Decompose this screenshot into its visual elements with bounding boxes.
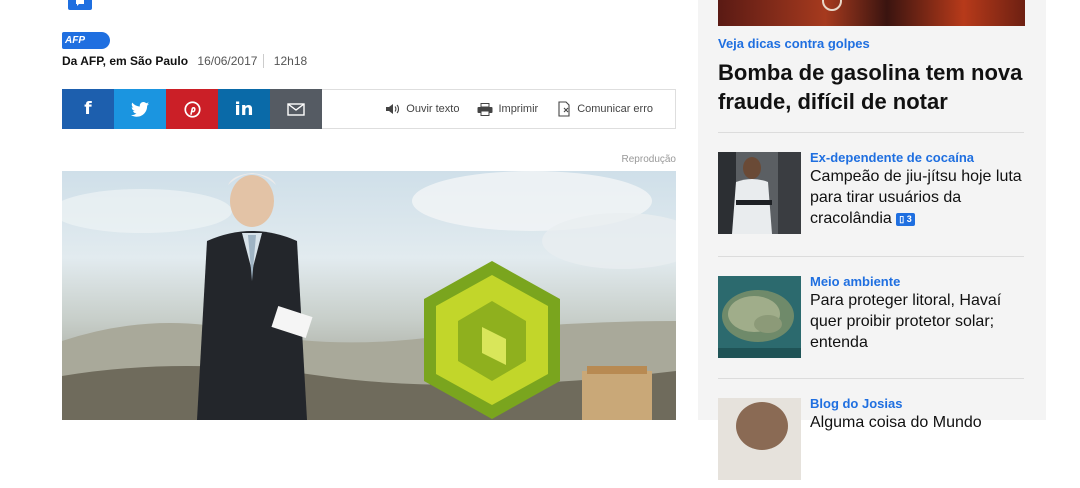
news-thumbnail[interactable]: [718, 398, 801, 480]
promo-kicker[interactable]: Veja dicas contra golpes: [718, 36, 870, 51]
news-thumbnail-image: [718, 152, 801, 234]
photo-illustration: [62, 171, 676, 420]
article-photo[interactable]: [62, 171, 676, 420]
news-headline[interactable]: Alguma coisa do Mundo: [810, 412, 1028, 433]
news-item[interactable]: Ex-dependente de cocaína Campeão de jiu-…: [718, 150, 1028, 242]
listen-label: Ouvir texto: [406, 103, 460, 115]
pinterest-icon: [183, 100, 201, 118]
facebook-share-button[interactable]: f: [62, 89, 114, 129]
facebook-icon: f: [84, 99, 92, 119]
printer-icon: [477, 102, 493, 116]
comment-count: 3: [906, 214, 912, 224]
news-thumbnail-image: [718, 398, 801, 480]
news-text: Blog do Josias Alguma coisa do Mundo: [810, 396, 1028, 433]
news-kicker[interactable]: Ex-dependente de cocaína: [810, 150, 1028, 166]
linkedin-icon: in: [234, 98, 254, 120]
news-thumbnail[interactable]: [718, 276, 801, 358]
article-tools: Ouvir texto Imprimir Comunicar erro: [322, 90, 675, 128]
comment-count-badge[interactable]: [68, 0, 92, 10]
promo-image-graphic: [822, 0, 842, 11]
promo-headline[interactable]: Bomba de gasolina tem nova fraude, difíc…: [718, 58, 1028, 116]
linkedin-share-button[interactable]: in: [218, 89, 270, 129]
email-share-button[interactable]: [270, 89, 322, 129]
report-error-label: Comunicar erro: [577, 103, 653, 115]
news-headline[interactable]: Campeão de jiu-jítsu hoje luta para tira…: [810, 166, 1028, 229]
print-label: Imprimir: [498, 103, 539, 115]
news-text: Ex-dependente de cocaína Campeão de jiu-…: [810, 150, 1028, 229]
twitter-share-button[interactable]: [114, 89, 166, 129]
speaker-icon: [386, 104, 400, 114]
comment-icon: ▯: [899, 214, 905, 224]
divider: [718, 378, 1024, 379]
news-item[interactable]: Blog do Josias Alguma coisa do Mundo: [718, 396, 1028, 488]
promo-image[interactable]: [718, 0, 1025, 26]
afp-logo: AFP: [62, 32, 110, 49]
photo-credit: Reprodução: [621, 154, 676, 165]
comment-icon: [76, 0, 84, 6]
article-source: Da AFP, em São Paulo: [62, 54, 189, 68]
article-date: 16/06/2017: [197, 54, 265, 68]
news-thumbnail-image: [718, 276, 801, 358]
divider: [718, 132, 1024, 133]
comment-count-badge[interactable]: ▯ 3: [896, 213, 915, 226]
listen-button[interactable]: Ouvir texto: [385, 103, 459, 115]
report-error-button[interactable]: Comunicar erro: [556, 101, 653, 117]
news-headline-text: Campeão de jiu-jítsu hoje luta para tira…: [810, 168, 1022, 227]
divider: [718, 256, 1024, 257]
envelope-icon: [287, 102, 305, 116]
news-kicker[interactable]: Blog do Josias: [810, 396, 1028, 412]
article-time: 12h18: [273, 54, 308, 68]
pinterest-share-button[interactable]: [166, 89, 218, 129]
share-bar: f in Ouvir texto Imprimir Comunicar erro: [62, 89, 676, 129]
news-thumbnail[interactable]: [718, 152, 801, 234]
news-kicker[interactable]: Meio ambiente: [810, 274, 1028, 290]
news-headline[interactable]: Para proteger litoral, Havaí quer proibi…: [810, 290, 1028, 353]
byline: Da AFP, em São Paulo 16/06/2017 12h18: [62, 54, 307, 68]
news-item[interactable]: Meio ambiente Para proteger litoral, Hav…: [718, 274, 1028, 366]
news-text: Meio ambiente Para proteger litoral, Hav…: [810, 274, 1028, 353]
print-button[interactable]: Imprimir: [477, 102, 539, 116]
twitter-icon: [131, 101, 149, 117]
report-error-icon: [558, 101, 570, 117]
